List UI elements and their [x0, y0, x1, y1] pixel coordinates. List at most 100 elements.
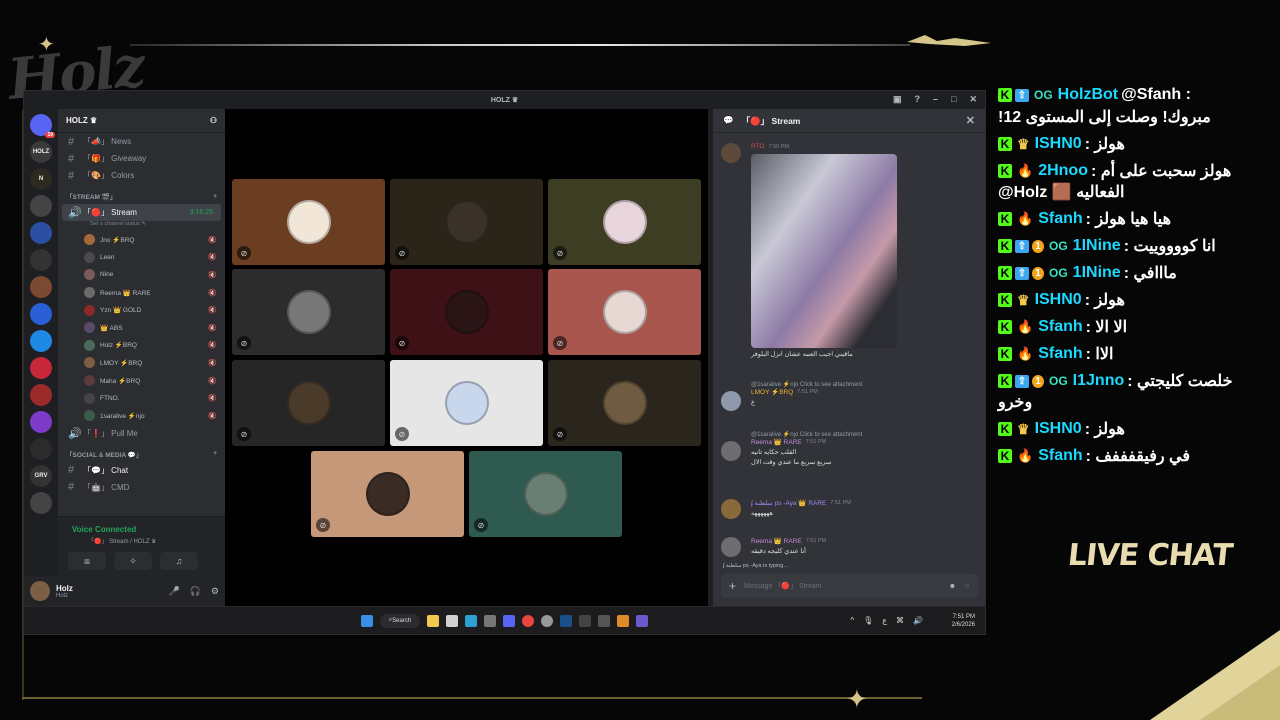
app-icon[interactable]: [484, 614, 496, 627]
participant-tile[interactable]: ⊘: [390, 269, 543, 355]
avatar[interactable]: [721, 391, 741, 411]
voice-user[interactable]: Nine 🔇: [58, 266, 225, 284]
apps-icon[interactable]: ⁘: [964, 582, 970, 590]
voice-channel-path[interactable]: 「🔴」 Stream / HOLZ ♛: [88, 536, 157, 545]
volume-icon[interactable]: 🔊: [913, 616, 923, 625]
voice-user[interactable]: FTNO. 🔇: [58, 389, 225, 407]
obs-icon[interactable]: [541, 614, 553, 627]
participant-tile[interactable]: ⊘: [548, 179, 701, 265]
network-icon[interactable]: ⌘: [896, 616, 904, 625]
plus-icon[interactable]: +: [213, 450, 217, 457]
participant-tile[interactable]: ⊘: [390, 360, 543, 446]
message-author[interactable]: Reema 👑 RARE: [751, 537, 802, 545]
server-icon[interactable]: [30, 303, 52, 325]
channel-news[interactable]: # 「📣」 News: [58, 133, 225, 150]
participant-tile[interactable]: ⊘: [548, 360, 701, 446]
server-icon[interactable]: [30, 195, 52, 217]
screen-share-button[interactable]: ⧈: [68, 552, 106, 570]
file-explorer-icon[interactable]: [427, 614, 439, 627]
minimize-icon[interactable]: –: [933, 94, 938, 105]
server-icon[interactable]: HOLZ: [30, 141, 52, 163]
voice-user[interactable]: Maha ⚡BRQ 🔇: [58, 372, 225, 390]
server-icon[interactable]: [30, 357, 52, 379]
voice-user[interactable]: Reema 👑 RARE 🔇: [58, 284, 225, 302]
server-icon[interactable]: [30, 249, 52, 271]
server-icon[interactable]: N: [30, 168, 52, 190]
app-icon[interactable]: [617, 614, 629, 627]
channel-status[interactable]: Set a channel status ✎: [58, 221, 225, 231]
activities-button[interactable]: ✧: [114, 552, 152, 570]
plus-icon[interactable]: +: [729, 579, 736, 593]
settings-icon[interactable]: ⚙: [211, 586, 219, 597]
attachment-image[interactable]: [751, 154, 897, 348]
channel-cmd[interactable]: # 「🤖」 CMD: [58, 479, 225, 496]
close-icon[interactable]: ✕: [969, 94, 977, 105]
voice-user[interactable]: Holz ⚡BRQ 🔇: [58, 337, 225, 355]
server-icon[interactable]: [30, 276, 52, 298]
avatar[interactable]: [721, 499, 741, 519]
inbox-icon[interactable]: ▣: [893, 94, 902, 105]
channel-giveaway[interactable]: # 「🎁」 Giveaway: [58, 150, 225, 167]
message-composer[interactable]: + Message 「🔴」 Stream ☻ ⁘: [721, 574, 978, 598]
avatar[interactable]: [721, 537, 741, 557]
voice-user[interactable]: 👑 ABS 🔇: [58, 319, 225, 337]
discord-home-icon[interactable]: 19: [30, 114, 55, 138]
participant-tile[interactable]: ⊘: [232, 360, 385, 446]
discord-icon[interactable]: [503, 614, 515, 627]
microphone-icon[interactable]: 🎙: [863, 616, 873, 625]
avatar[interactable]: [30, 581, 50, 601]
category-social[interactable]: 「SOCIAL & MEDIA 💬」 +: [58, 446, 225, 462]
close-icon[interactable]: ✕: [966, 114, 975, 127]
server-header[interactable]: HOLZ ♛ ⚇: [58, 109, 225, 133]
microphone-icon[interactable]: 🎤: [168, 586, 179, 597]
headphones-icon[interactable]: 🎧: [190, 586, 201, 597]
avatar[interactable]: [721, 143, 741, 163]
message-author[interactable]: RTO: [751, 143, 765, 150]
channel-chat[interactable]: # 「💬」 Chat: [58, 462, 225, 479]
participant-tile[interactable]: ⊘: [390, 179, 543, 265]
plus-icon[interactable]: +: [213, 193, 217, 200]
voice-user[interactable]: 1saralive ⚡njo 🔇: [58, 407, 225, 425]
soundboard-button[interactable]: ♫: [160, 552, 198, 570]
voice-user[interactable]: Yzn 👑 GOLD 🔇: [58, 301, 225, 319]
voice-channel-stream[interactable]: 🔊 「🔴」 Stream 3:16:25: [62, 204, 221, 221]
message-author[interactable]: Reema 👑 RARE: [751, 438, 802, 446]
channel-colors[interactable]: # 「🎨」 Colors: [58, 167, 225, 184]
start-icon[interactable]: [361, 614, 373, 627]
chevron-up-icon[interactable]: ^: [850, 616, 854, 625]
emoji-icon[interactable]: ☻: [949, 583, 956, 590]
message-author[interactable]: LMOY ⚡BRQ: [751, 388, 793, 396]
server-icon[interactable]: [30, 384, 52, 406]
store-icon[interactable]: [446, 614, 458, 627]
app-icon[interactable]: [598, 614, 610, 627]
edge-icon[interactable]: [465, 614, 477, 627]
reply-reference[interactable]: @1saralive ⚡njo Click to see attachment: [751, 431, 976, 438]
participant-tile[interactable]: ⊘: [232, 179, 385, 265]
clock[interactable]: 7:51 PM 2/6/2026: [952, 613, 975, 629]
participant-tile[interactable]: ⊘: [232, 269, 385, 355]
search-button[interactable]: ⌕ Search: [380, 613, 420, 628]
server-icon[interactable]: GRV: [30, 465, 52, 487]
reply-reference[interactable]: @1saralive ⚡njo Click to see attachment: [751, 381, 976, 388]
help-icon[interactable]: ?: [915, 94, 921, 105]
language-indicator[interactable]: ع: [882, 616, 887, 625]
participant-tile[interactable]: ⊘: [469, 451, 622, 537]
voice-user[interactable]: Jno ⚡BRQ 🔇: [58, 231, 225, 249]
chrome-icon[interactable]: [522, 614, 534, 627]
add-friend-icon[interactable]: ⚇: [210, 116, 217, 125]
participant-tile[interactable]: ⊘: [311, 451, 464, 537]
steam-icon[interactable]: [560, 614, 572, 627]
server-icon[interactable]: [30, 438, 52, 460]
server-icon[interactable]: [30, 411, 52, 433]
maximize-icon[interactable]: □: [951, 94, 956, 105]
category-stream[interactable]: 「STREAM 🎬」 +: [58, 188, 225, 204]
message-author[interactable]: ʄ سلطنة ps -Aya 👑 RARE: [751, 499, 826, 507]
avatar[interactable]: [721, 441, 741, 461]
server-icon[interactable]: [30, 492, 52, 514]
voice-channel-pull[interactable]: 🔊 「❗」 Pull Me: [58, 425, 225, 442]
voice-user[interactable]: Leen 🔇: [58, 249, 225, 267]
voice-user[interactable]: LMOY ⚡BRQ 🔇: [58, 354, 225, 372]
server-icon[interactable]: [30, 330, 52, 352]
participant-tile[interactable]: ⊘: [548, 269, 701, 355]
app-icon[interactable]: [579, 614, 591, 627]
